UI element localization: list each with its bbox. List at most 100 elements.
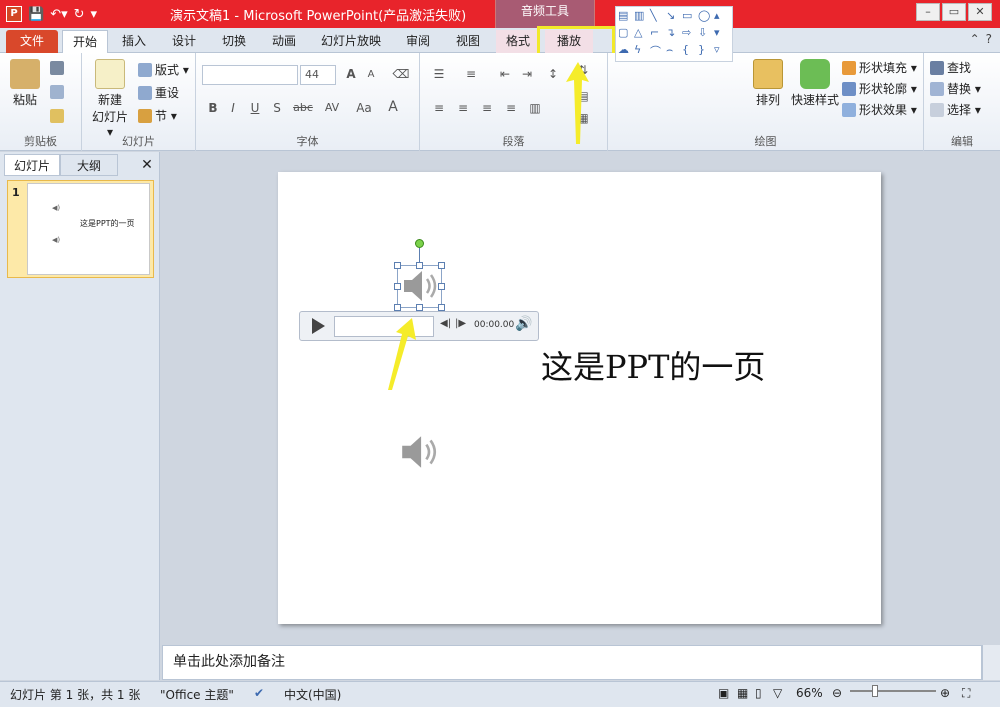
reset-button[interactable]: 重设 <box>138 84 179 101</box>
tab-home[interactable]: 开始 <box>62 30 108 53</box>
gallery-scroll-icon[interactable]: ▴ <box>714 9 730 26</box>
resize-handle-tr[interactable] <box>438 262 445 269</box>
resize-handle-left[interactable] <box>394 283 401 290</box>
tab-slides[interactable]: 幻灯片 <box>4 154 60 176</box>
change-case-button[interactable]: Aa <box>352 101 376 115</box>
increase-indent-icon[interactable]: ⇥ <box>516 67 538 81</box>
grow-font-button[interactable]: A <box>342 67 360 81</box>
shape-fill-button[interactable]: 形状填充 ▾ <box>842 59 917 76</box>
tab-design[interactable]: 设计 <box>162 30 206 53</box>
font-size-combo[interactable]: 44 <box>300 65 336 85</box>
tab-review[interactable]: 审阅 <box>396 30 440 53</box>
gallery-scroll-down-icon[interactable]: ▾ <box>714 26 730 43</box>
decrease-indent-icon[interactable]: ⇤ <box>494 67 516 81</box>
elbow-arrow-shape-icon[interactable]: ↴ <box>666 26 682 43</box>
elbow-shape-icon[interactable]: ⌐ <box>650 26 666 43</box>
resize-handle-tl[interactable] <box>394 262 401 269</box>
tab-slideshow[interactable]: 幻灯片放映 <box>312 30 390 53</box>
align-right-icon[interactable]: ≡ <box>476 101 498 115</box>
select-button[interactable]: 选择 ▾ <box>930 101 981 118</box>
maximize-button[interactable]: ▭ <box>942 3 966 21</box>
language-status[interactable]: 中文(中国) <box>284 686 341 703</box>
reading-view-icon[interactable]: ▯ <box>755 686 762 700</box>
notes-pane[interactable]: 单击此处添加备注 <box>162 645 982 680</box>
slide-thumbnail[interactable] <box>27 183 150 275</box>
zoom-slider[interactable] <box>850 690 936 692</box>
zoom-level[interactable]: 66% <box>796 686 823 700</box>
italic-button[interactable]: I <box>224 101 242 115</box>
bold-button[interactable]: B <box>204 101 222 115</box>
tab-animations[interactable]: 动画 <box>262 30 306 53</box>
tab-view[interactable]: 视图 <box>446 30 490 53</box>
line-shape-icon[interactable]: ╲ <box>650 9 666 26</box>
resize-handle-bottom[interactable] <box>416 304 423 311</box>
speaker-icon-2[interactable] <box>398 432 440 472</box>
right-brace-shape-icon[interactable]: } <box>698 43 714 60</box>
shrink-font-button[interactable]: A <box>362 69 380 80</box>
shape-effects-button[interactable]: 形状效果 ▾ <box>842 101 917 118</box>
normal-view-icon[interactable]: ▣ <box>718 686 729 700</box>
slide-text-box[interactable]: 这是PPT的一页 <box>541 342 765 388</box>
tab-format[interactable]: 格式 <box>496 30 540 53</box>
textbox-shape-icon[interactable]: ▤ <box>618 9 634 26</box>
zoom-slider-thumb[interactable] <box>872 685 878 697</box>
numbering-icon[interactable]: ≡ <box>460 67 482 81</box>
shapes-gallery[interactable]: ▤ ▥ ╲ ↘ ▭ ◯ ▴ ▢ △ ⌐ ↴ ⇨ ⇩ ▾ ☁ ϟ ⌒ ⌢ { } … <box>615 6 733 62</box>
close-button[interactable]: ✕ <box>968 3 992 21</box>
align-center-icon[interactable]: ≡ <box>452 101 474 115</box>
tab-transitions[interactable]: 切换 <box>212 30 256 53</box>
rounded-rect-shape-icon[interactable]: ▢ <box>618 26 634 43</box>
powerpoint-app-icon[interactable]: P <box>6 6 22 22</box>
notes-scrollbar[interactable] <box>982 645 1000 680</box>
slide-sorter-icon[interactable]: ▦ <box>737 686 748 700</box>
lightning-shape-icon[interactable]: ϟ <box>634 43 650 60</box>
resize-handle-right[interactable] <box>438 283 445 290</box>
right-arrow-shape-icon[interactable]: ⇨ <box>682 26 698 43</box>
section-button[interactable]: 节 ▾ <box>138 107 177 124</box>
volume-icon[interactable]: 🔊 <box>515 316 532 332</box>
down-arrow-shape-icon[interactable]: ⇩ <box>698 26 714 43</box>
minimize-button[interactable]: – <box>916 3 940 21</box>
justify-icon[interactable]: ≡ <box>500 101 522 115</box>
resize-handle-bl[interactable] <box>394 304 401 311</box>
speaker-icon[interactable] <box>400 267 440 305</box>
gallery-more-icon[interactable]: ▿ <box>714 43 730 60</box>
arc-shape-icon[interactable]: ⌢ <box>666 43 682 60</box>
rectangle-shape-icon[interactable]: ▭ <box>682 9 698 26</box>
fit-to-window-icon[interactable]: ⛶ <box>962 686 970 701</box>
shape-outline-button[interactable]: 形状轮廓 ▾ <box>842 80 917 97</box>
resize-handle-top[interactable] <box>416 262 423 269</box>
close-pane-icon[interactable]: ✕ <box>136 154 158 176</box>
quick-styles-button[interactable]: 快速样式 <box>790 59 840 108</box>
oval-shape-icon[interactable]: ◯ <box>698 9 714 26</box>
bullets-icon[interactable]: ☰ <box>428 67 450 81</box>
save-icon[interactable]: 💾 <box>28 7 44 22</box>
line-spacing-icon[interactable]: ↕ <box>542 67 564 81</box>
layout-button[interactable]: 版式 ▾ <box>138 61 189 78</box>
help-icon[interactable]: ? <box>986 32 992 46</box>
resize-handle-br[interactable] <box>438 304 445 311</box>
tab-insert[interactable]: 插入 <box>112 30 156 53</box>
char-spacing-button[interactable]: AV <box>320 101 344 114</box>
paste-button[interactable]: 粘贴 <box>8 59 42 108</box>
zoom-in-icon[interactable]: ⊕ <box>940 686 950 700</box>
tab-outline[interactable]: 大纲 <box>60 154 118 176</box>
seek-forward-icon[interactable]: |▶ <box>455 318 466 329</box>
rotation-handle[interactable] <box>415 239 424 248</box>
clear-format-icon[interactable]: ⌫ <box>392 67 410 81</box>
play-icon[interactable] <box>312 318 325 334</box>
tab-file[interactable]: 文件 <box>6 30 58 53</box>
font-color-button[interactable]: A <box>384 99 402 115</box>
format-painter-button[interactable] <box>50 109 64 123</box>
zoom-out-icon[interactable]: ⊖ <box>832 686 842 700</box>
seek-back-icon[interactable]: ◀| <box>440 318 451 329</box>
align-left-icon[interactable]: ≡ <box>428 101 450 115</box>
find-button[interactable]: 查找 <box>930 59 971 76</box>
copy-button[interactable] <box>50 85 64 99</box>
left-brace-shape-icon[interactable]: { <box>682 43 698 60</box>
replace-button[interactable]: 替换 ▾ <box>930 80 981 97</box>
slideshow-view-icon[interactable]: ▽ <box>773 686 782 700</box>
cut-button[interactable] <box>50 61 64 75</box>
slide-canvas[interactable] <box>278 172 881 624</box>
undo-icon[interactable]: ↶▾ <box>50 7 67 22</box>
